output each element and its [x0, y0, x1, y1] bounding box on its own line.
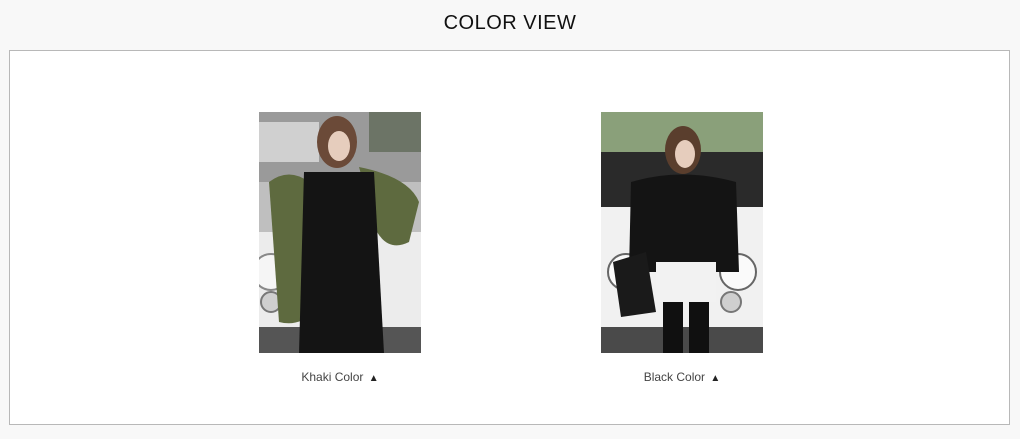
- page-title: COLOR VIEW: [443, 12, 577, 34]
- color-card-khaki[interactable]: Khaki Color ▲: [259, 112, 421, 384]
- khaki-color-label[interactable]: Khaki Color: [301, 370, 363, 384]
- khaki-product-photo[interactable]: [259, 112, 421, 353]
- up-triangle-icon: ▲: [368, 373, 379, 384]
- black-color-label[interactable]: Black Color: [644, 370, 705, 384]
- black-product-photo[interactable]: [601, 112, 763, 353]
- black-photo-illustration: [601, 112, 763, 353]
- up-triangle-icon: ▲: [710, 373, 721, 384]
- khaki-color-caption[interactable]: Khaki Color ▲: [259, 370, 421, 384]
- khaki-photo-illustration: [259, 112, 421, 353]
- color-card-black[interactable]: Black Color ▲: [601, 112, 763, 384]
- color-view-panel: Khaki Color ▲ Black Color ▲: [9, 50, 1010, 425]
- black-color-caption[interactable]: Black Color ▲: [601, 370, 763, 384]
